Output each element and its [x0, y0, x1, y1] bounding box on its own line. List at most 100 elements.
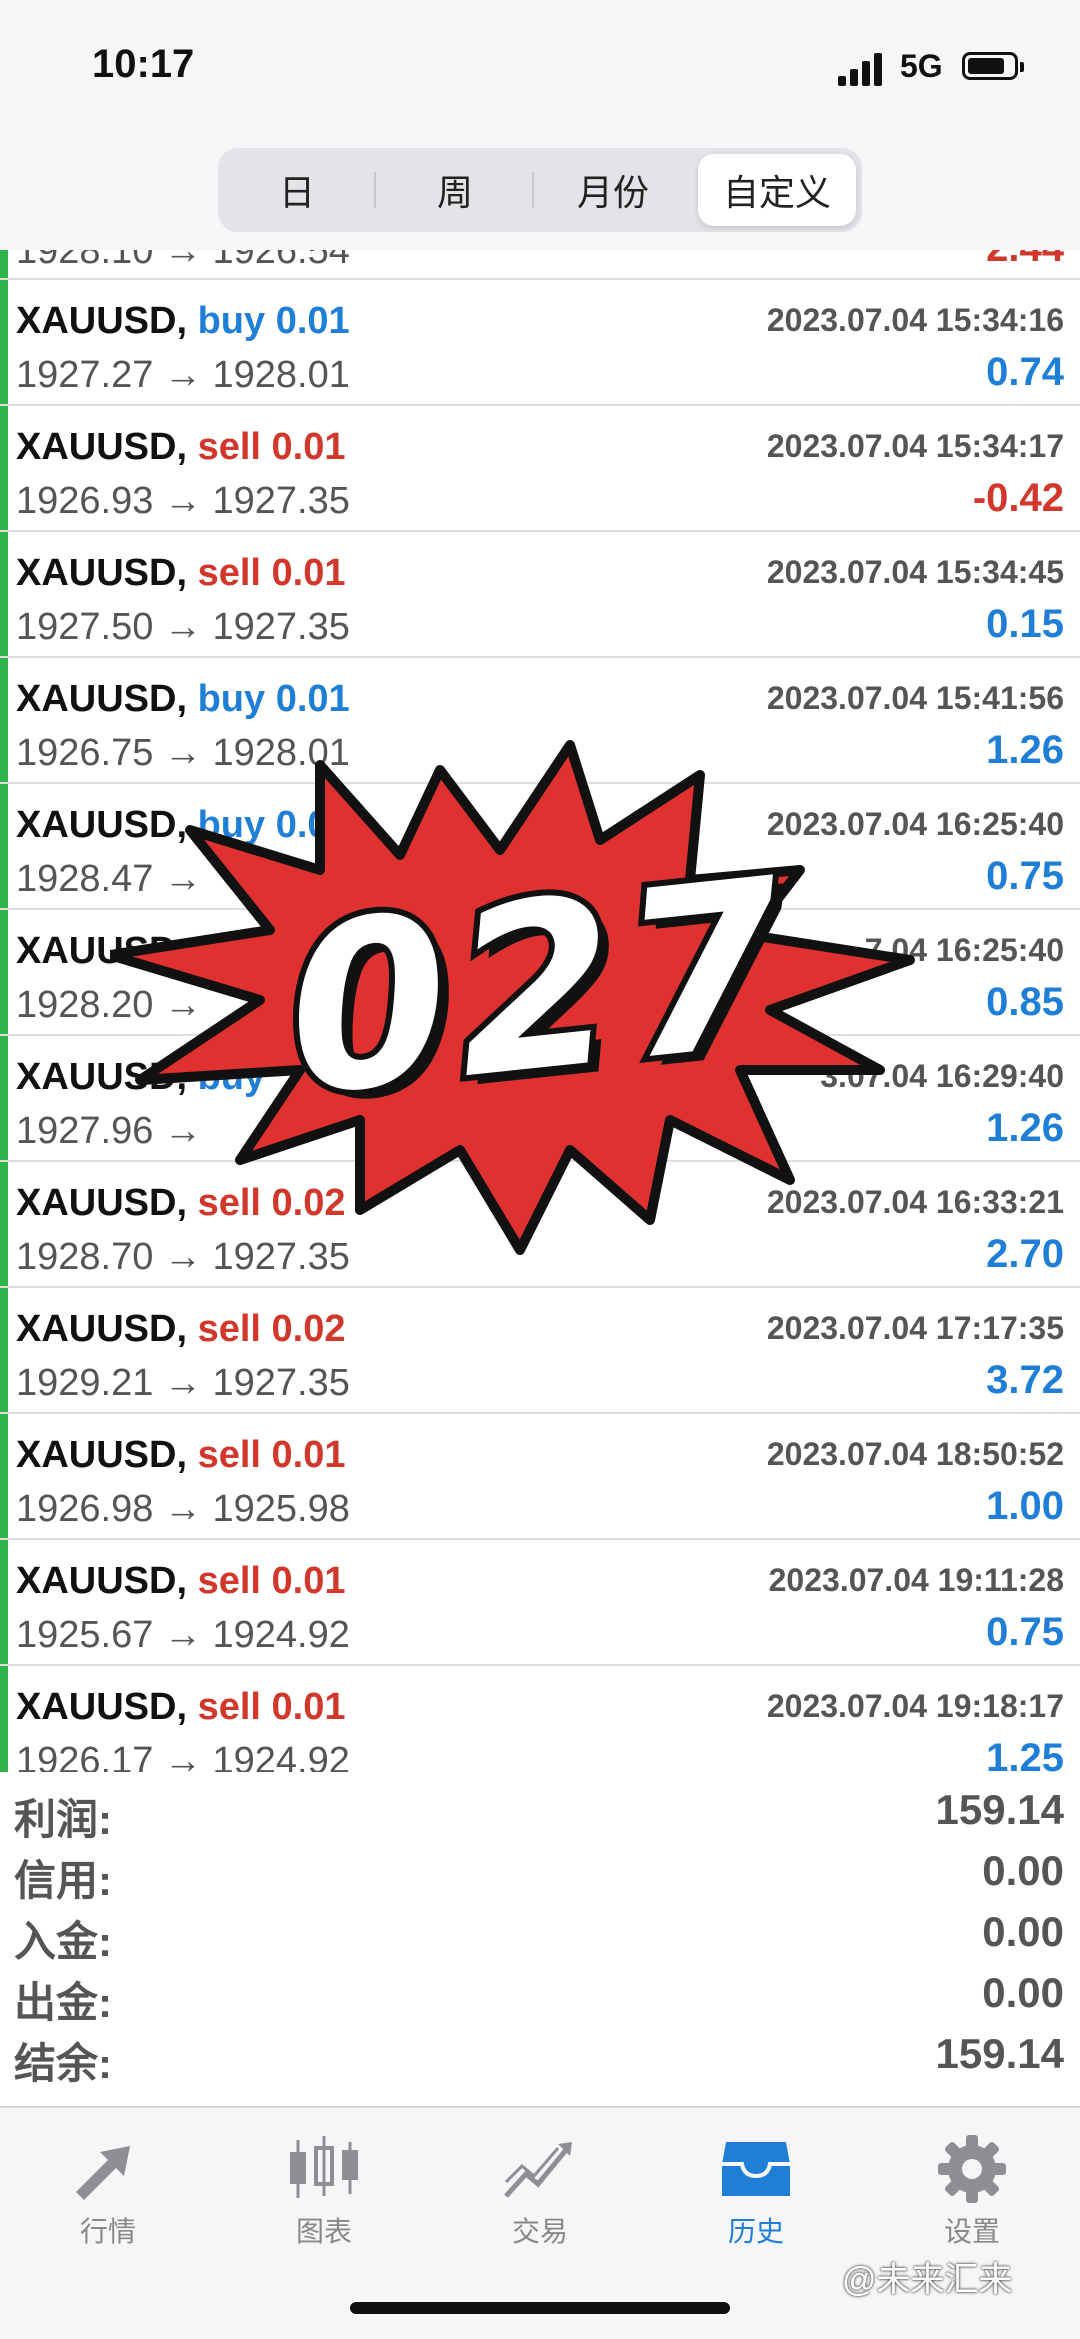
deal-volume: 0.02 [271, 1308, 346, 1350]
symbol-name: XAUUSD, [16, 300, 188, 342]
segment-custom[interactable]: 自定义 [698, 154, 856, 226]
summary-row-profit: 利润: 159.14 [0, 1776, 1080, 1843]
summary-row-balance: 结余: 159.14 [0, 2020, 1080, 2087]
deal-volume: 0.01 [275, 678, 350, 720]
summary-row-withdrawal: 出金: 0.00 [0, 1959, 1080, 2026]
deal-datetime: 2023.07.04 15:34:16 [766, 302, 1064, 338]
table-row[interactable]: XAUUSD, sell 0.02 2023.07.04 17:17:35 1929… [0, 1288, 1080, 1414]
deal-symbol: XAUUSD, sell 0.01 [16, 1560, 346, 1603]
deal-profit: 2.70 [986, 1232, 1064, 1276]
deal-prices: 1926.17 → 1924.92 [16, 1740, 350, 1772]
tab-history[interactable]: 历史 [648, 2122, 864, 2262]
summary-value: 0.00 [982, 1969, 1064, 2016]
symbol-name: XAUUSD, [16, 1308, 188, 1350]
deal-prices: 1927.27 → 1928.01 [16, 354, 350, 396]
deal-symbol: XAUUSD, sell 0.01 [16, 552, 346, 595]
deal-profit: 1.26 [986, 1106, 1064, 1150]
tab-label: 交易 [511, 2216, 568, 2247]
deal-symbol: XAUUSD, buy 0.01 [16, 678, 350, 721]
deal-datetime: 2023.07.04 15:34:17 [766, 428, 1064, 464]
deal-side: sell [197, 1686, 261, 1728]
deal-volume: 0.01 [271, 552, 346, 594]
summary-value: 159.14 [935, 1786, 1064, 1833]
summary-label: 结余: [14, 2040, 112, 2087]
symbol-name: XAUUSD, [16, 552, 188, 594]
chart-icon [290, 2136, 358, 2198]
deal-profit: -0.42 [972, 476, 1064, 520]
deal-profit: 0.85 [986, 980, 1064, 1024]
deal-side: sell [197, 426, 261, 468]
deal-prices: 1929.21 → 1927.35 [16, 1362, 350, 1404]
deal-profit: 1.26 [986, 728, 1064, 772]
network-type: 5G [900, 48, 943, 84]
summary-value: 0.00 [982, 1847, 1064, 1894]
deal-volume: 0.01 [271, 1686, 346, 1728]
tab-label: 设置 [943, 2216, 1000, 2247]
period-selector-bar: 日 周 月份 自定义 [0, 140, 1080, 250]
deal-volume: 0.01 [271, 426, 346, 468]
deal-volume: 0.01 [275, 300, 350, 342]
tab-charts[interactable]: 图表 [216, 2122, 432, 2262]
symbol-name: XAUUSD, [16, 1560, 188, 1602]
summary-value: 159.14 [935, 2030, 1064, 2077]
tab-label: 历史 [727, 2216, 784, 2247]
table-row[interactable]: XAUUSD, sell 0.01 2023.07.04 18:50:52 1926… [0, 1414, 1080, 1540]
summary-row-credit: 信用: 0.00 [0, 1837, 1080, 1904]
battery-icon [962, 52, 1024, 80]
deal-datetime: 2023.07.04 18:50:52 [766, 1436, 1064, 1472]
history-icon [722, 2142, 790, 2196]
deal-volume: 0.01 [271, 1434, 346, 1476]
trade-icon [504, 2142, 572, 2198]
deal-symbol: XAUUSD, sell 0.02 [16, 1308, 346, 1351]
clock: 10:17 [92, 42, 195, 86]
tab-settings[interactable]: 设置 [864, 2122, 1080, 2262]
segment-month[interactable]: 月份 [534, 154, 692, 226]
deal-side: sell [197, 1560, 261, 1602]
table-row[interactable]: 1928.10 → 1926.54 2.44 [0, 250, 1080, 280]
table-row[interactable]: XAUUSD, buy 0.01 2023.07.04 15:34:16 1927.… [0, 280, 1080, 406]
symbol-name: XAUUSD, [16, 678, 188, 720]
deal-profit: 1.00 [986, 1484, 1064, 1528]
table-row[interactable]: XAUUSD, sell 0.01 2023.07.04 19:18:17 1926… [0, 1666, 1080, 1772]
deal-profit: 0.15 [986, 602, 1064, 646]
deal-prices: 1925.67 → 1924.92 [16, 1614, 350, 1656]
deal-datetime: 2023.07.04 15:34:45 [766, 554, 1064, 590]
segment-week[interactable]: 周 [376, 154, 534, 226]
deal-prices: 1928.10 → 1926.54 [16, 250, 350, 272]
deal-side: sell [197, 552, 261, 594]
tab-label: 图表 [295, 2216, 352, 2247]
period-segmented-control: 日 周 月份 自定义 [218, 148, 862, 232]
deal-datetime: 2023.07.04 19:18:17 [766, 1688, 1064, 1724]
deal-profit: 0.75 [986, 854, 1064, 898]
deal-profit: 0.74 [986, 350, 1064, 394]
deal-symbol: XAUUSD, sell 0.01 [16, 426, 346, 469]
deal-side: sell [197, 1308, 261, 1350]
quotes-icon [76, 2146, 130, 2200]
deal-symbol: XAUUSD, sell 0.01 [16, 1434, 346, 1477]
deal-profit: 0.75 [986, 1610, 1064, 1654]
deal-profit: 1.25 [986, 1736, 1064, 1772]
deal-datetime: 2023.07.04 17:17:35 [766, 1310, 1064, 1346]
deal-profit: 3.72 [986, 1358, 1064, 1402]
table-row[interactable]: XAUUSD, sell 0.01 2023.07.04 15:34:17 1926… [0, 406, 1080, 532]
deal-side: sell [197, 1434, 261, 1476]
deal-datetime: 2023.07.04 19:11:28 [768, 1562, 1064, 1598]
summary-row-deposit: 入金: 0.00 [0, 1898, 1080, 1965]
segment-day[interactable]: 日 [218, 154, 376, 226]
deal-volume: 0.01 [271, 1560, 346, 1602]
symbol-name: XAUUSD, [16, 1686, 188, 1728]
deal-prices: 1926.93 → 1927.35 [16, 480, 350, 522]
status-bar: 10:17 5G [0, 0, 1080, 140]
account-summary: 利润: 159.14 信用: 0.00 入金: 0.00 出金: 0.00 结余… [0, 1776, 1080, 2106]
table-row[interactable]: XAUUSD, sell 0.01 2023.07.04 19:11:28 1925… [0, 1540, 1080, 1666]
tab-quotes[interactable]: 行情 [0, 2122, 216, 2262]
deal-symbol: XAUUSD, buy 0.01 [16, 300, 350, 343]
deal-prices: 1927.50 → 1927.35 [16, 606, 350, 648]
deal-symbol: XAUUSD, sell 0.01 [16, 1686, 346, 1729]
deal-prices: 1926.98 → 1925.98 [16, 1488, 350, 1530]
home-indicator[interactable] [350, 2302, 730, 2314]
tab-trade[interactable]: 交易 [432, 2122, 648, 2262]
summary-value: 0.00 [982, 1908, 1064, 1955]
table-row[interactable]: XAUUSD, sell 0.01 2023.07.04 15:34:45 1927… [0, 532, 1080, 658]
signal-icon [838, 52, 886, 86]
